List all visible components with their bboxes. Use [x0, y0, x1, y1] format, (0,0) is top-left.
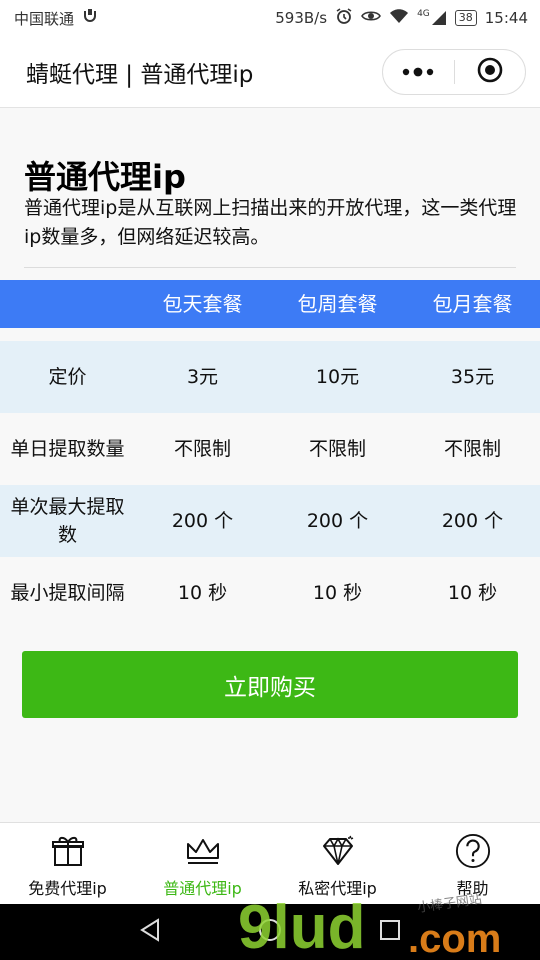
tab-label: 帮助	[456, 879, 489, 898]
carrier-label: 中国联通	[14, 9, 75, 28]
eye-icon	[361, 8, 381, 28]
help-icon	[455, 833, 491, 869]
clock-label: 15:44	[484, 9, 528, 27]
android-navigation-bar	[0, 904, 540, 960]
nav-bar: 蜻蜓代理 | 普通代理ip	[0, 36, 540, 108]
buy-now-button[interactable]: 立即购买	[22, 651, 518, 718]
row-label: 单日提取数量	[10, 438, 125, 460]
table-cell: 35元	[450, 366, 495, 388]
header-cell-daily-plan: 包天套餐	[162, 292, 243, 316]
usb-icon	[82, 8, 98, 28]
net-speed-label: 593B/s	[275, 9, 328, 27]
table-row-min-interval: 最小提取间隔 10 秒 10 秒 10 秒	[0, 557, 540, 629]
divider	[24, 267, 516, 268]
table-row-price: 定价 3元 10元 35元	[0, 341, 540, 413]
tab-label: 普通代理ip	[163, 879, 242, 898]
table-cell: 200 个	[441, 510, 504, 532]
alarm-icon	[335, 7, 353, 29]
status-bar: 中国联通 593B/s 4G 38 15:44	[0, 0, 540, 36]
close-button[interactable]	[455, 50, 526, 94]
tab-free-proxy[interactable]: 免费代理ip	[0, 823, 135, 904]
table-cell: 10元	[315, 366, 360, 388]
table-row-max-per-extract: 单次最大提取数 200 个 200 个 200 个	[0, 485, 540, 557]
recents-icon[interactable]	[379, 919, 401, 945]
page-title: 普通代理ip	[24, 158, 186, 196]
row-label: 定价	[48, 366, 87, 388]
table-row-daily-quota: 单日提取数量 不限制 不限制 不限制	[0, 413, 540, 485]
table-cell: 10 秒	[177, 582, 228, 604]
signal-icon: 4G	[417, 10, 447, 26]
tab-private-proxy[interactable]: 私密代理ip	[270, 823, 405, 904]
more-button[interactable]	[383, 50, 454, 94]
back-icon[interactable]	[139, 918, 161, 946]
table-cell: 10 秒	[312, 582, 363, 604]
tab-label: 免费代理ip	[28, 879, 107, 898]
table-cell: 不限制	[308, 438, 366, 460]
network-type-label: 4G	[417, 9, 430, 19]
mini-program-capsule	[382, 48, 526, 95]
table-cell: 不限制	[443, 438, 501, 460]
nav-title: 蜻蜓代理 | 普通代理ip	[26, 61, 254, 88]
home-icon[interactable]	[258, 918, 282, 946]
diamond-icon	[320, 833, 356, 869]
battery-indicator: 38	[454, 10, 477, 26]
pricing-table-header: 包天套餐 包周套餐 包月套餐	[0, 280, 540, 328]
tab-help[interactable]: 帮助	[405, 823, 540, 904]
header-cell-weekly-plan: 包周套餐	[297, 292, 378, 316]
table-cell: 200 个	[171, 510, 234, 532]
gift-icon	[50, 833, 86, 869]
row-label: 最小提取间隔	[10, 582, 125, 604]
tab-normal-proxy[interactable]: 普通代理ip	[135, 823, 270, 904]
target-circle-icon	[477, 57, 503, 87]
header-cell-monthly-plan: 包月套餐	[432, 292, 513, 316]
page-description: 普通代理ip是从互联网上扫描出来的开放代理，这一类代理ip数量多，但网络延迟较高…	[24, 197, 517, 248]
tab-label: 私密代理ip	[298, 879, 377, 898]
crown-icon	[185, 833, 221, 869]
table-cell: 3元	[186, 366, 219, 388]
header-cell-empty	[0, 280, 135, 328]
wifi-icon	[389, 8, 409, 28]
tab-bar: 免费代理ip 普通代理ip 私密代理ip 帮助	[0, 822, 540, 904]
row-label: 单次最大提取数	[10, 496, 125, 546]
table-cell: 不限制	[173, 438, 231, 460]
table-cell: 200 个	[306, 510, 369, 532]
more-dots-icon	[402, 62, 434, 81]
table-cell: 10 秒	[447, 582, 498, 604]
